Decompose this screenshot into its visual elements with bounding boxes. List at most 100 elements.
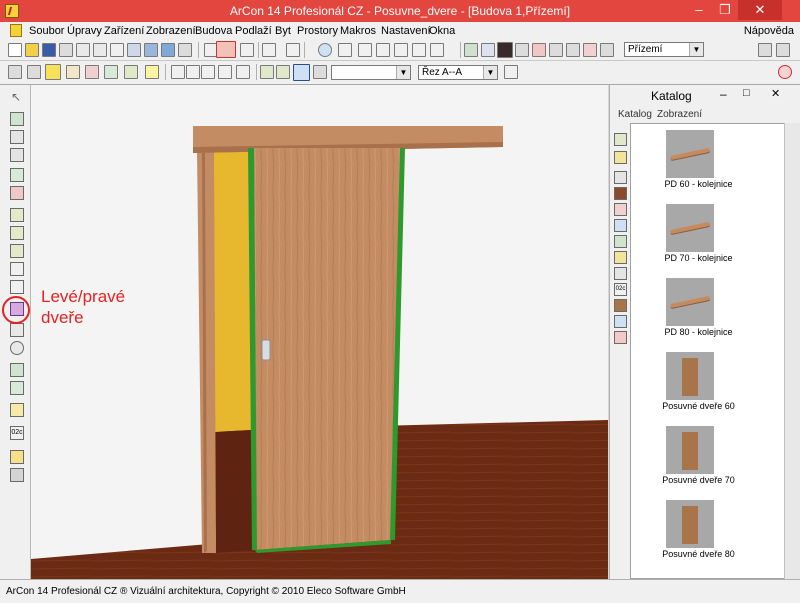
list-icon[interactable]: [178, 43, 192, 57]
sun-icon[interactable]: [145, 65, 159, 79]
section-select[interactable]: Řez A--A ▼: [418, 65, 498, 80]
view-select[interactable]: ▼: [331, 65, 411, 80]
refresh-icon[interactable]: [412, 43, 426, 57]
zoom-window-icon[interactable]: [338, 43, 352, 57]
picture-icon[interactable]: [144, 43, 158, 57]
minimize-icon[interactable]: –: [720, 87, 727, 101]
category-lights-icon[interactable]: [614, 251, 627, 264]
section-2d-icon[interactable]: 02c: [10, 426, 24, 440]
house-design-icon[interactable]: [216, 41, 236, 58]
person-view-icon[interactable]: [276, 65, 290, 79]
restore-button[interactable]: ❐: [712, 0, 738, 20]
menu-okna[interactable]: Okna: [429, 25, 455, 37]
ceiling-icon[interactable]: [481, 43, 495, 57]
category-furniture-icon[interactable]: [614, 267, 627, 280]
sliding-door[interactable]: [252, 148, 401, 550]
new-document-icon[interactable]: [8, 43, 22, 57]
chevron-down-icon[interactable]: ▼: [396, 66, 410, 79]
view-options-icon[interactable]: [394, 43, 408, 57]
light-icon[interactable]: [583, 43, 597, 57]
properties-icon[interactable]: [776, 43, 790, 57]
category-2d-icon[interactable]: 02c: [614, 283, 627, 296]
category-symbols-icon[interactable]: [614, 331, 627, 344]
eyedropper-icon[interactable]: [10, 363, 24, 377]
door-icon[interactable]: [666, 426, 714, 474]
layers-icon[interactable]: [10, 468, 24, 482]
close-button[interactable]: ✕: [738, 0, 782, 20]
menu-soubor[interactable]: Soubor: [29, 25, 64, 37]
door-handle[interactable]: [261, 339, 271, 361]
grid-icon[interactable]: [8, 65, 22, 79]
save-icon[interactable]: [42, 43, 56, 57]
stairs-icon[interactable]: [532, 43, 546, 57]
rotate-left-icon[interactable]: [218, 65, 232, 79]
display-mode-icon[interactable]: [430, 43, 444, 57]
wall-icon[interactable]: [464, 43, 478, 57]
align-icon[interactable]: [10, 280, 24, 294]
menu-zarizeni[interactable]: Zařízení: [104, 25, 144, 37]
pointer-icon[interactable]: ↖: [11, 90, 25, 104]
plant-icon[interactable]: [104, 65, 118, 79]
catalog-item-label[interactable]: Posuvné dveře 60: [631, 401, 766, 411]
menu-makros[interactable]: Makros: [340, 25, 376, 37]
category-windows-icon[interactable]: [614, 203, 627, 216]
door-icon[interactable]: [666, 500, 714, 548]
category-textures-icon[interactable]: [614, 315, 627, 328]
close-icon[interactable]: ✕: [771, 87, 780, 100]
3d-viewport[interactable]: [31, 85, 608, 579]
category-doors-icon[interactable]: [614, 187, 627, 200]
catalog-menu-katalog[interactable]: Katalog: [618, 109, 652, 120]
export-icon[interactable]: [93, 43, 107, 57]
rail-icon[interactable]: [666, 204, 714, 252]
texture-icon[interactable]: [85, 65, 99, 79]
floor-select[interactable]: Přízemí ▼: [624, 42, 704, 57]
exit-design-icon[interactable]: [778, 65, 792, 79]
minimize-button[interactable]: –: [686, 0, 712, 20]
print-icon[interactable]: [59, 43, 73, 57]
rotate-icon[interactable]: [10, 262, 24, 276]
select-all-icon[interactable]: [10, 112, 24, 126]
section-line-icon[interactable]: [504, 65, 518, 79]
menu-napoveda[interactable]: Nápověda: [744, 25, 794, 37]
select-group-icon[interactable]: [10, 148, 24, 162]
measure-icon[interactable]: [600, 43, 614, 57]
move-x-icon[interactable]: [10, 226, 24, 240]
catalog-list[interactable]: PD 60 - kolejnice PD 70 - kolejnice PD 8…: [630, 123, 785, 579]
catalog-item-label[interactable]: PD 80 - kolejnice: [631, 327, 766, 337]
camera-icon[interactable]: [161, 43, 175, 57]
maximize-icon[interactable]: □: [743, 87, 750, 99]
door-tool-icon[interactable]: [497, 42, 513, 58]
person-icon[interactable]: [260, 65, 274, 79]
zoom-icon[interactable]: [318, 43, 332, 57]
category-plants-icon[interactable]: [614, 235, 627, 248]
camera-view-icon[interactable]: [313, 65, 327, 79]
undo-icon[interactable]: [262, 43, 276, 57]
rail-icon[interactable]: [666, 278, 714, 326]
category-materials-icon[interactable]: [614, 219, 627, 232]
import-icon[interactable]: [76, 43, 90, 57]
category-open-icon[interactable]: [614, 133, 627, 146]
select-area-icon[interactable]: [10, 130, 24, 144]
measure-line-icon[interactable]: [10, 323, 24, 337]
roof-icon[interactable]: [549, 43, 563, 57]
copy-object-icon[interactable]: [10, 168, 24, 182]
catalog-item-label[interactable]: PD 60 - kolejnice: [631, 179, 766, 189]
open-folder-icon[interactable]: [25, 43, 39, 57]
zoom-all-icon[interactable]: [358, 43, 372, 57]
rail-icon[interactable]: [666, 130, 714, 178]
print-preview-icon[interactable]: [110, 43, 124, 57]
menu-zobrazeni[interactable]: Zobrazení: [146, 25, 196, 37]
dormer-icon[interactable]: [566, 43, 580, 57]
category-grid-icon[interactable]: [614, 151, 627, 164]
door-scene[interactable]: [31, 85, 608, 579]
view-3d-icon[interactable]: [240, 43, 254, 57]
walk-icon[interactable]: [171, 65, 185, 79]
catalog-scrollbar[interactable]: [784, 123, 800, 579]
gear-icon[interactable]: [10, 341, 24, 355]
menu-budova[interactable]: Budova: [195, 25, 232, 37]
menu-nastaveni[interactable]: Nastavení: [381, 25, 431, 37]
snap-icon[interactable]: [27, 65, 41, 79]
menu-prostory[interactable]: Prostory: [297, 25, 338, 37]
filter-icon[interactable]: [614, 171, 627, 184]
rotate-right-icon[interactable]: [236, 65, 250, 79]
